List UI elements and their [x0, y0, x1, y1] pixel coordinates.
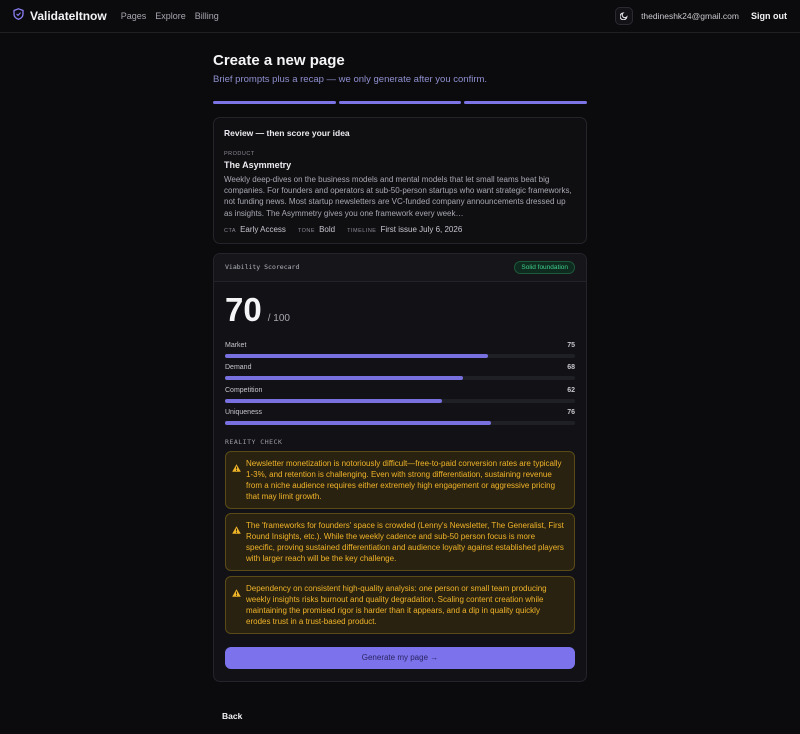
- warning-callout: Dependency on consistent high-quality an…: [225, 575, 575, 634]
- meta-cta-value: Early Access: [240, 224, 286, 234]
- metric-bar-fill: [225, 421, 491, 426]
- main-content: Create a new page Brief prompts plus a r…: [213, 52, 588, 721]
- nav-billing[interactable]: Billing: [195, 11, 219, 21]
- review-card: Review — then score your idea PRODUCT Th…: [213, 117, 587, 244]
- metric-label: Uniqueness: [225, 409, 262, 417]
- warning-callout: The 'frameworks for founders' space is c…: [225, 513, 575, 572]
- metrics-list: Market 75 Demand 68 Competition 62 Uniqu…: [225, 342, 575, 426]
- main-nav: Pages Explore Billing: [121, 11, 219, 21]
- theme-toggle-button[interactable]: [615, 7, 634, 25]
- metric-value: 62: [567, 386, 575, 394]
- product-label: PRODUCT: [224, 151, 255, 157]
- metric-bar: [225, 421, 575, 426]
- metric-demand: Demand 68: [225, 364, 575, 381]
- metric-competition: Competition 62: [225, 387, 575, 403]
- metric-label: Competition: [225, 386, 263, 394]
- warning-callout: Newsletter monetization is notoriously d…: [225, 450, 575, 509]
- nav-explore[interactable]: Explore: [155, 11, 186, 21]
- meta-tone: TONE Bold: [298, 225, 335, 234]
- page-title: Create a new page: [213, 52, 345, 69]
- meta-tone-value: Bold: [319, 224, 336, 234]
- reality-check-label: REALITY CHECK: [225, 438, 283, 447]
- sign-out-button[interactable]: Sign out: [751, 11, 787, 21]
- brand[interactable]: ValidateItnow: [13, 7, 107, 25]
- progress-step-3: [464, 101, 588, 104]
- metric-market: Market 75: [225, 342, 575, 358]
- metric-bar: [225, 353, 575, 358]
- metric-label: Market: [225, 341, 247, 349]
- scorecard-title: Viability Scorecard: [225, 263, 300, 272]
- meta-timeline-value: First issue July 6, 2026: [380, 224, 463, 234]
- shield-icon: [13, 7, 24, 25]
- metric-label: Demand: [225, 364, 252, 372]
- top-bar: ValidateItnow Pages Explore Billing thed…: [0, 0, 800, 33]
- score-value: 70: [225, 290, 262, 328]
- product-description: Weekly deep-dives on the business models…: [224, 175, 572, 218]
- page-subtitle: Brief prompts plus a recap — we only gen…: [213, 74, 488, 85]
- meta-timeline-label: TIMELINE: [347, 227, 377, 234]
- user-email: thedineshk24@gmail.com: [641, 11, 739, 21]
- product-name: The Asymmetry: [224, 160, 292, 170]
- nav-pages[interactable]: Pages: [121, 11, 147, 21]
- generate-page-button[interactable]: Generate my page →: [225, 646, 575, 669]
- status-badge: Solid foundation: [514, 260, 575, 274]
- back-button[interactable]: Back: [222, 711, 587, 721]
- metric-bar-fill: [225, 353, 488, 358]
- warning-icon: [232, 521, 241, 539]
- scorecard-body: 70 / 100 Market 75 Demand 68 Competition…: [214, 282, 586, 681]
- progress-step-1: [213, 101, 336, 104]
- progress-step-2: [338, 101, 462, 104]
- moon-icon: [619, 7, 629, 25]
- step-progress: [213, 101, 588, 104]
- meta-cta-label: CTA: [224, 227, 237, 234]
- meta-cta: CTA Early Access: [224, 225, 286, 234]
- account-area: thedineshk24@gmail.com Sign out: [615, 7, 787, 25]
- scorecard-header: Viability Scorecard Solid foundation: [214, 253, 586, 282]
- score-total: / 100: [267, 312, 290, 324]
- review-title: Review — then score your idea: [224, 128, 350, 138]
- overall-score: 70 / 100: [225, 290, 575, 330]
- brand-name: ValidateItnow: [30, 9, 107, 23]
- metric-bar: [225, 398, 575, 403]
- metric-value: 75: [567, 341, 575, 349]
- metric-value: 76: [567, 409, 575, 417]
- metric-value: 68: [567, 364, 575, 372]
- warning-icon: [232, 459, 241, 477]
- warning-text: The 'frameworks for founders' space is c…: [246, 521, 564, 564]
- metric-bar: [225, 376, 575, 381]
- metric-uniqueness: Uniqueness 76: [225, 409, 575, 426]
- review-meta: CTA Early Access TONE Bold TIMELINE Firs…: [224, 225, 576, 234]
- warning-text: Dependency on consistent high-quality an…: [246, 583, 547, 626]
- meta-tone-label: TONE: [297, 227, 316, 234]
- warning-icon: [232, 584, 241, 602]
- meta-timeline: TIMELINE First issue July 6, 2026: [347, 225, 462, 234]
- metric-bar-fill: [225, 376, 463, 381]
- viability-scorecard: Viability Scorecard Solid foundation 70 …: [213, 252, 587, 682]
- warning-text: Newsletter monetization is notoriously d…: [246, 458, 562, 501]
- metric-bar-fill: [225, 398, 442, 403]
